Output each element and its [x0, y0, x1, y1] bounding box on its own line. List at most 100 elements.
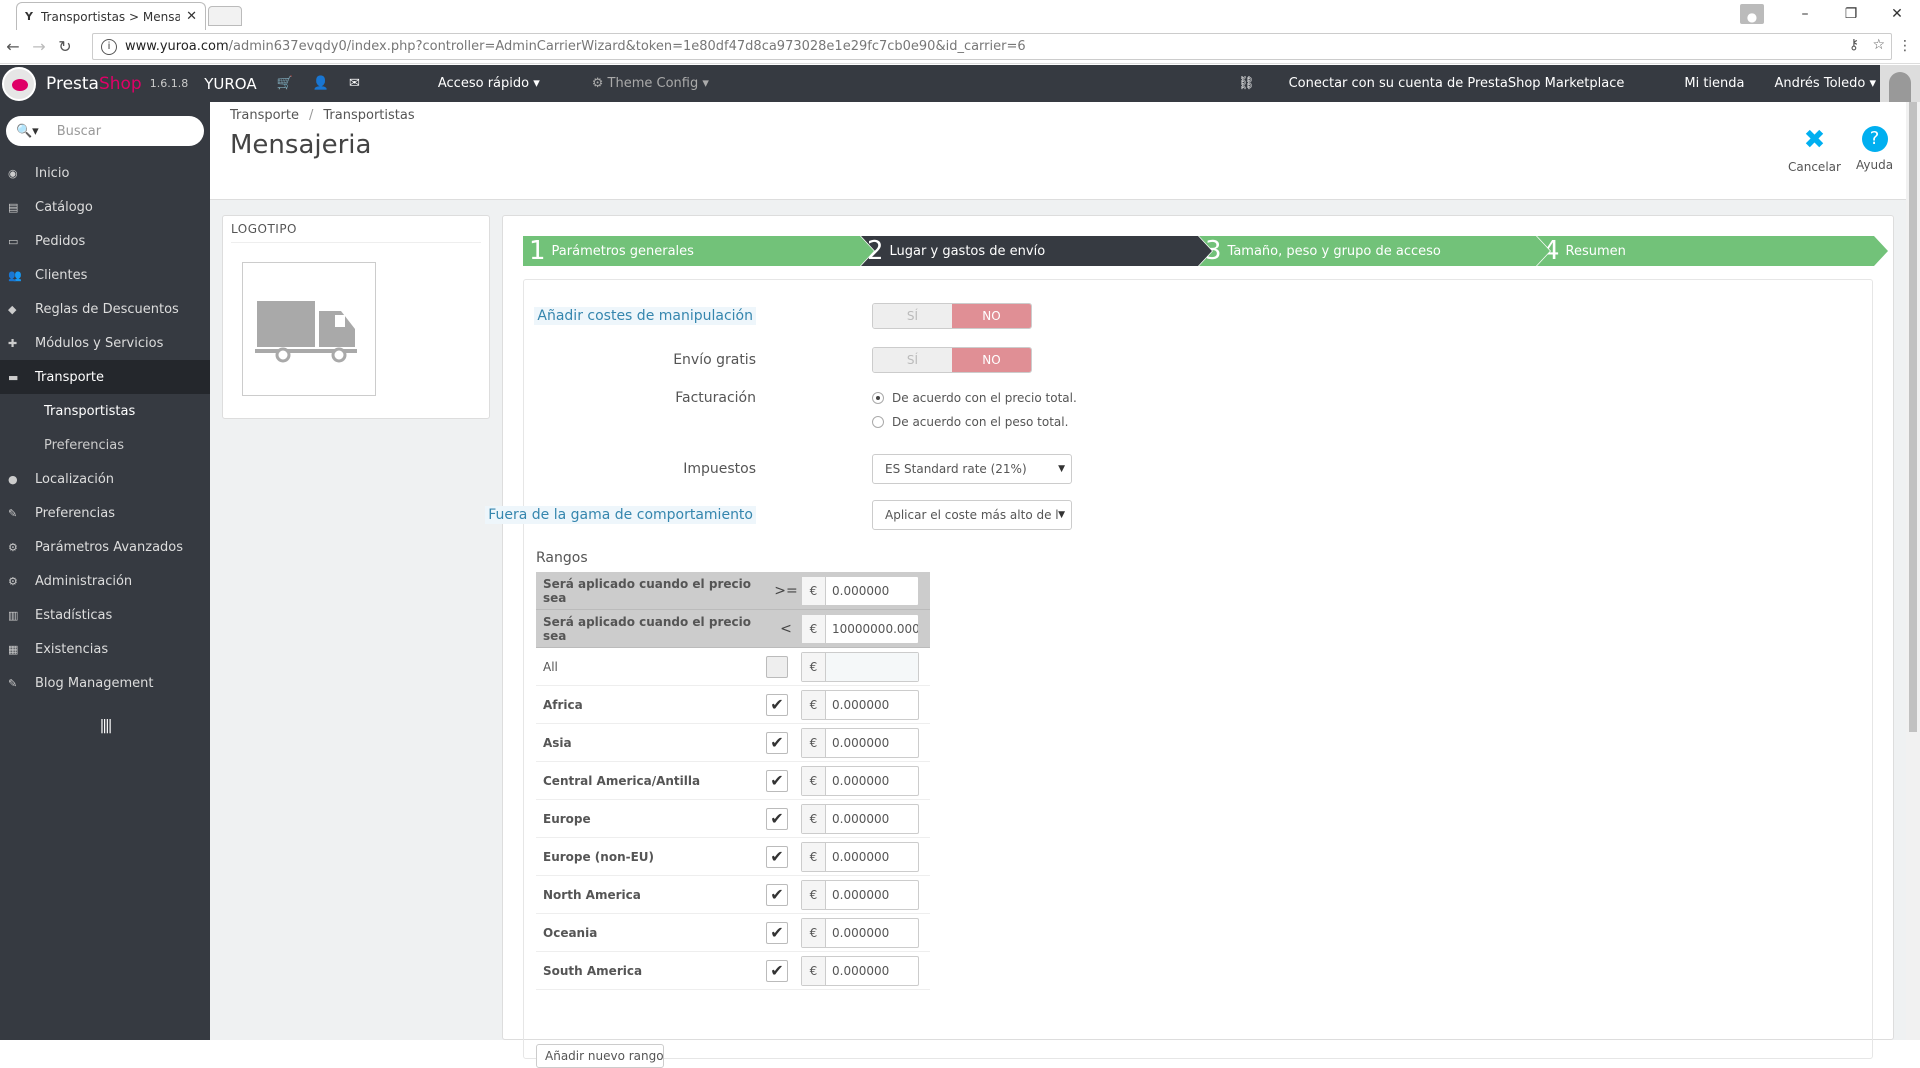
tax-label: Impuestos	[683, 461, 756, 477]
billing-weight-radio[interactable]: De acuerdo con el peso total.	[872, 410, 1077, 434]
sidebar: 🔍▾ Buscar ◉ Inicio ▤ Catálogo ▭ Pedidos 👥 Cl…	[0, 102, 210, 1040]
sidebar-item-modulos[interactable]: ✚ Módulos y Servicios	[0, 326, 210, 360]
zone-checkbox-checked-icon[interactable]: ✔	[766, 807, 788, 830]
sidebar-subitem-preferencias[interactable]: Preferencias	[0, 428, 210, 462]
shop-name[interactable]: YUROA	[204, 75, 256, 93]
star-icon[interactable]: ☆	[1872, 37, 1885, 53]
gear-icon: ⚙	[8, 574, 18, 588]
breadcrumb-transportistas[interactable]: Transportistas	[323, 108, 414, 123]
handling-switch[interactable]: SÍ NO	[872, 303, 1032, 329]
breadcrumb-transporte[interactable]: Transporte	[230, 108, 299, 123]
billing-price-radio[interactable]: De acuerdo con el precio total.	[872, 386, 1077, 410]
zone-price-input[interactable]: €0.000000	[801, 917, 919, 948]
user-icon[interactable]: 👤	[313, 76, 329, 91]
zone-price-input[interactable]: €0.000000	[801, 689, 919, 720]
search-icon[interactable]: 🔍▾	[16, 124, 39, 139]
zone-all-input[interactable]: €	[801, 651, 919, 682]
step-1[interactable]: 1 Parámetros generales	[523, 236, 874, 266]
sidebar-item-preferencias[interactable]: ✎ Preferencias	[0, 496, 210, 530]
new-tab-button[interactable]	[208, 6, 242, 26]
zone-price-input[interactable]: €0.000000	[801, 727, 919, 758]
range-to-value: 10000000.000	[832, 621, 918, 636]
zone-price-input[interactable]: €0.000000	[801, 879, 919, 910]
step-3[interactable]: 3 Tamaño, peso y grupo de acceso	[1199, 236, 1550, 266]
zone-row: Asia ✔ €0.000000	[536, 724, 930, 762]
back-arrow-icon[interactable]: ←	[0, 37, 26, 56]
sidebar-item-transporte[interactable]: ▬ Transporte	[0, 360, 210, 394]
sidebar-item-catalogo[interactable]: ▤ Catálogo	[0, 190, 210, 224]
tax-select[interactable]: ES Standard rate (21%) ▼	[872, 454, 1072, 484]
zone-checkbox-checked-icon[interactable]: ✔	[766, 693, 788, 716]
envelope-icon[interactable]: ✉	[349, 76, 360, 91]
restore-icon[interactable]: ❐	[1828, 6, 1874, 22]
range-to-operator: <	[780, 620, 792, 637]
sidebar-item-estadisticas[interactable]: ▥ Estadísticas	[0, 598, 210, 632]
prestashop-logo[interactable]: PrestaShop 1.6.1.8	[0, 66, 188, 101]
theme-config-menu[interactable]: ⚙ Theme Config ▾	[592, 76, 709, 91]
sidebar-item-inicio[interactable]: ◉ Inicio	[0, 156, 210, 190]
scrollbar-thumb[interactable]	[1909, 102, 1917, 732]
zone-checkbox-checked-icon[interactable]: ✔	[766, 845, 788, 868]
zone-price-input[interactable]: €0.000000	[801, 955, 919, 986]
free-shipping-switch[interactable]: SÍ NO	[872, 347, 1032, 373]
close-window-icon[interactable]: ✕	[1874, 6, 1920, 22]
zone-checkbox-checked-icon[interactable]: ✔	[766, 959, 788, 982]
out-of-range-select[interactable]: Aplicar el coste más alto de l ▼	[872, 500, 1072, 530]
sidebar-subitem-transportistas[interactable]: Transportistas	[0, 394, 210, 428]
switch-no[interactable]: NO	[952, 304, 1031, 328]
profile-icon[interactable]: ●	[1740, 4, 1764, 24]
switch-no[interactable]: NO	[952, 348, 1031, 372]
collapse-menu-icon[interactable]: ||||	[0, 718, 210, 734]
forward-arrow-icon[interactable]: →	[26, 37, 52, 56]
zone-price-input[interactable]: €0.000000	[801, 765, 919, 796]
zone-checkbox-checked-icon[interactable]: ✔	[766, 921, 788, 944]
sidebar-item-descuentos[interactable]: ◆ Reglas de Descuentos	[0, 292, 210, 326]
quick-access-menu[interactable]: Acceso rápido ▾	[438, 76, 540, 91]
truck-icon: ▬	[8, 370, 19, 384]
ranges-table: Será aplicado cuando el precio sea >= €0…	[536, 572, 930, 990]
zone-checkbox-checked-icon[interactable]: ✔	[766, 883, 788, 906]
sidebar-item-existencias[interactable]: ▦ Existencias	[0, 632, 210, 666]
close-tab-icon[interactable]: ✕	[186, 9, 197, 24]
help-button[interactable]: ? Ayuda	[1856, 126, 1893, 172]
reload-icon[interactable]: ↻	[52, 37, 78, 56]
range-to-input[interactable]: €10000000.000	[801, 613, 919, 644]
step-4[interactable]: 4 Resumen	[1537, 236, 1888, 266]
user-menu[interactable]: Andrés Toledo ▾	[1774, 76, 1876, 91]
browser-menu-icon[interactable]: ⋮	[1898, 38, 1912, 54]
page-scrollbar[interactable]	[1906, 102, 1920, 1040]
key-icon[interactable]: ⚷	[1849, 37, 1859, 53]
switch-yes[interactable]: SÍ	[873, 348, 952, 372]
cancel-button[interactable]: ✖ Cancelar	[1788, 126, 1841, 174]
url-input[interactable]: i www.yuroa.com/admin637evqdy0/index.php…	[92, 33, 1892, 60]
cart-icon[interactable]: 🛒	[277, 76, 293, 91]
search-input[interactable]: 🔍▾ Buscar	[6, 116, 204, 146]
zone-all-checkbox[interactable]	[766, 655, 788, 678]
switch-yes[interactable]: SÍ	[873, 304, 952, 328]
zone-price-value: 0.000000	[832, 697, 890, 712]
sidebar-item-blog[interactable]: ✎ Blog Management	[0, 666, 210, 700]
currency-symbol: €	[802, 918, 826, 947]
range-from-input[interactable]: €0.000000	[801, 575, 919, 606]
zone-price-input[interactable]: €0.000000	[801, 803, 919, 834]
zone-checkbox-checked-icon[interactable]: ✔	[766, 769, 788, 792]
add-range-button[interactable]: Añadir nuevo rango	[536, 1044, 664, 1068]
info-icon[interactable]: i	[101, 38, 117, 55]
sidebar-item-administracion[interactable]: ⚙ Administración	[0, 564, 210, 598]
billing-label: Facturación	[675, 390, 756, 406]
avatar[interactable]	[1880, 65, 1920, 102]
sidebar-item-pedidos[interactable]: ▭ Pedidos	[0, 224, 210, 258]
browser-tab[interactable]: Y Transportistas > Mensaje ✕	[16, 2, 206, 30]
sidebar-item-clientes[interactable]: 👥 Clientes	[0, 258, 210, 292]
key-star-icons[interactable]: ⚷ ☆	[1849, 37, 1885, 53]
zone-checkbox-checked-icon[interactable]: ✔	[766, 731, 788, 754]
zone-price-input[interactable]: €0.000000	[801, 841, 919, 872]
my-shop-link[interactable]: Mi tienda	[1684, 76, 1744, 91]
out-of-range-value: Aplicar el coste más alto de l	[885, 508, 1059, 522]
step-2[interactable]: 2 Lugar y gastos de envío	[861, 236, 1212, 266]
sidebar-subitem-label: Preferencias	[44, 437, 125, 453]
minimize-icon[interactable]: –	[1782, 6, 1828, 22]
sidebar-item-parametros[interactable]: ⚙ Parámetros Avanzados	[0, 530, 210, 564]
marketplace-link[interactable]: ⛓ Conectar con su cuenta de PrestaShop M…	[1238, 76, 1654, 91]
sidebar-item-localizacion[interactable]: ● Localización	[0, 462, 210, 496]
